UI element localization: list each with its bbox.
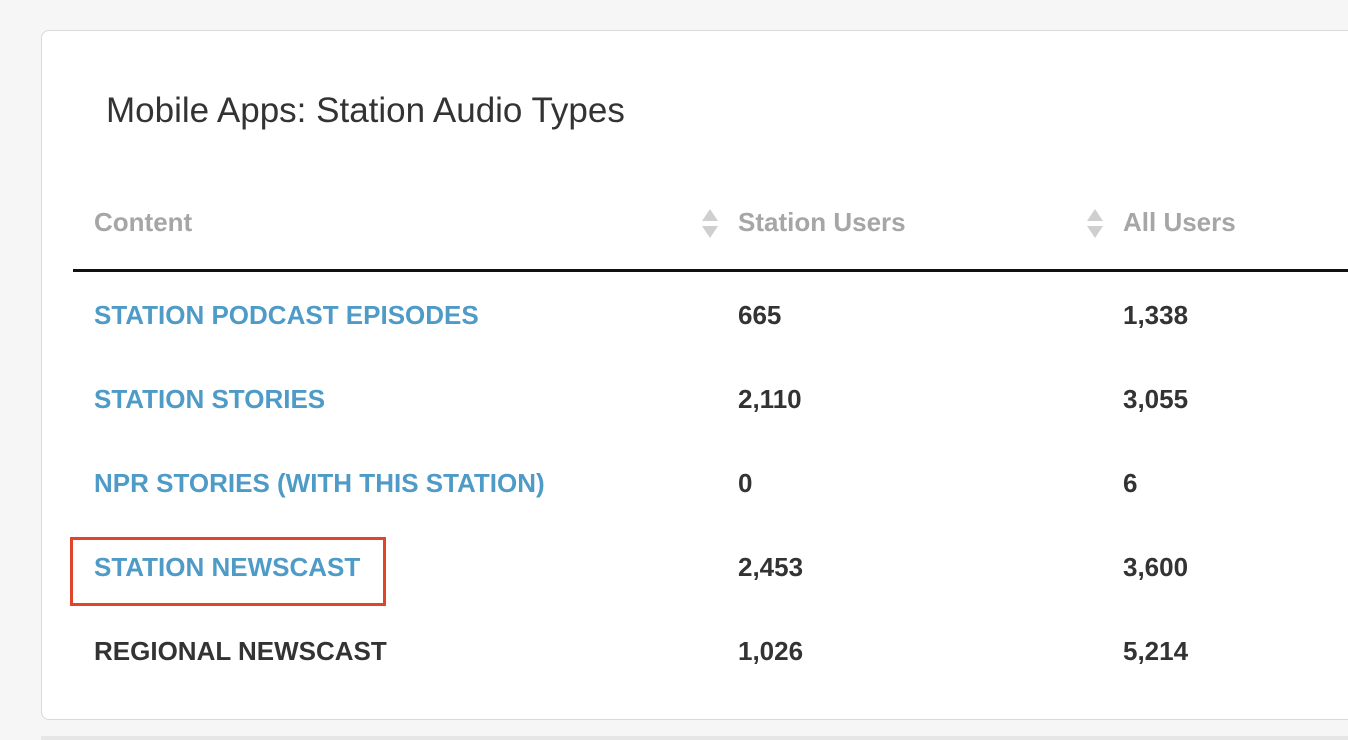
content-link-station-stories[interactable]: STATION STORIES <box>94 384 325 415</box>
content-link-npr-stories[interactable]: NPR STORIES (WITH THIS STATION) <box>94 468 545 499</box>
column-header-station-users[interactable]: Station Users <box>738 207 906 238</box>
column-header-all-users[interactable]: All Users <box>1123 207 1236 238</box>
all-users-value: 3,600 <box>1123 552 1189 582</box>
next-card-edge <box>41 736 1348 740</box>
sort-icon[interactable] <box>1087 208 1103 240</box>
audio-types-card: Mobile Apps: Station Audio Types Content… <box>41 30 1348 720</box>
sort-up-icon <box>1087 209 1103 221</box>
all-users-value: 5,214 <box>1123 636 1189 666</box>
table-row: NPR STORIES (WITH THIS STATION) 0 6 <box>73 440 1348 524</box>
table-row: REGIONAL NEWSCAST 1,026 5,214 <box>73 608 1348 692</box>
content-link-station-newscast[interactable]: STATION NEWSCAST <box>94 552 360 583</box>
card-title: Mobile Apps: Station Audio Types <box>106 91 625 130</box>
sort-icon[interactable] <box>702 208 718 240</box>
table-row: STATION STORIES 2,110 3,055 <box>73 356 1348 440</box>
station-users-value: 665 <box>738 300 782 330</box>
table-header: Content Station Users All Users <box>73 199 1348 272</box>
table-row: STATION NEWSCAST 2,453 3,600 <box>70 524 1348 608</box>
column-header-content[interactable]: Content <box>94 207 192 238</box>
audio-types-table: Content Station Users All Users STATION … <box>70 199 1348 692</box>
station-users-value: 1,026 <box>738 636 804 666</box>
all-users-value: 6 <box>1123 468 1138 498</box>
station-users-value: 2,110 <box>738 384 802 414</box>
all-users-value: 3,055 <box>1123 384 1189 414</box>
sort-down-icon <box>702 226 718 238</box>
all-users-value: 1,338 <box>1123 300 1189 330</box>
table-row: STATION PODCAST EPISODES 665 1,338 <box>73 272 1348 356</box>
sort-down-icon <box>1087 226 1103 238</box>
station-users-value: 2,453 <box>738 552 804 582</box>
sort-up-icon <box>702 209 718 221</box>
station-users-value: 0 <box>738 468 753 498</box>
content-link-station-podcast-episodes[interactable]: STATION PODCAST EPISODES <box>94 300 479 331</box>
content-label-regional-newscast: REGIONAL NEWSCAST <box>94 636 387 666</box>
